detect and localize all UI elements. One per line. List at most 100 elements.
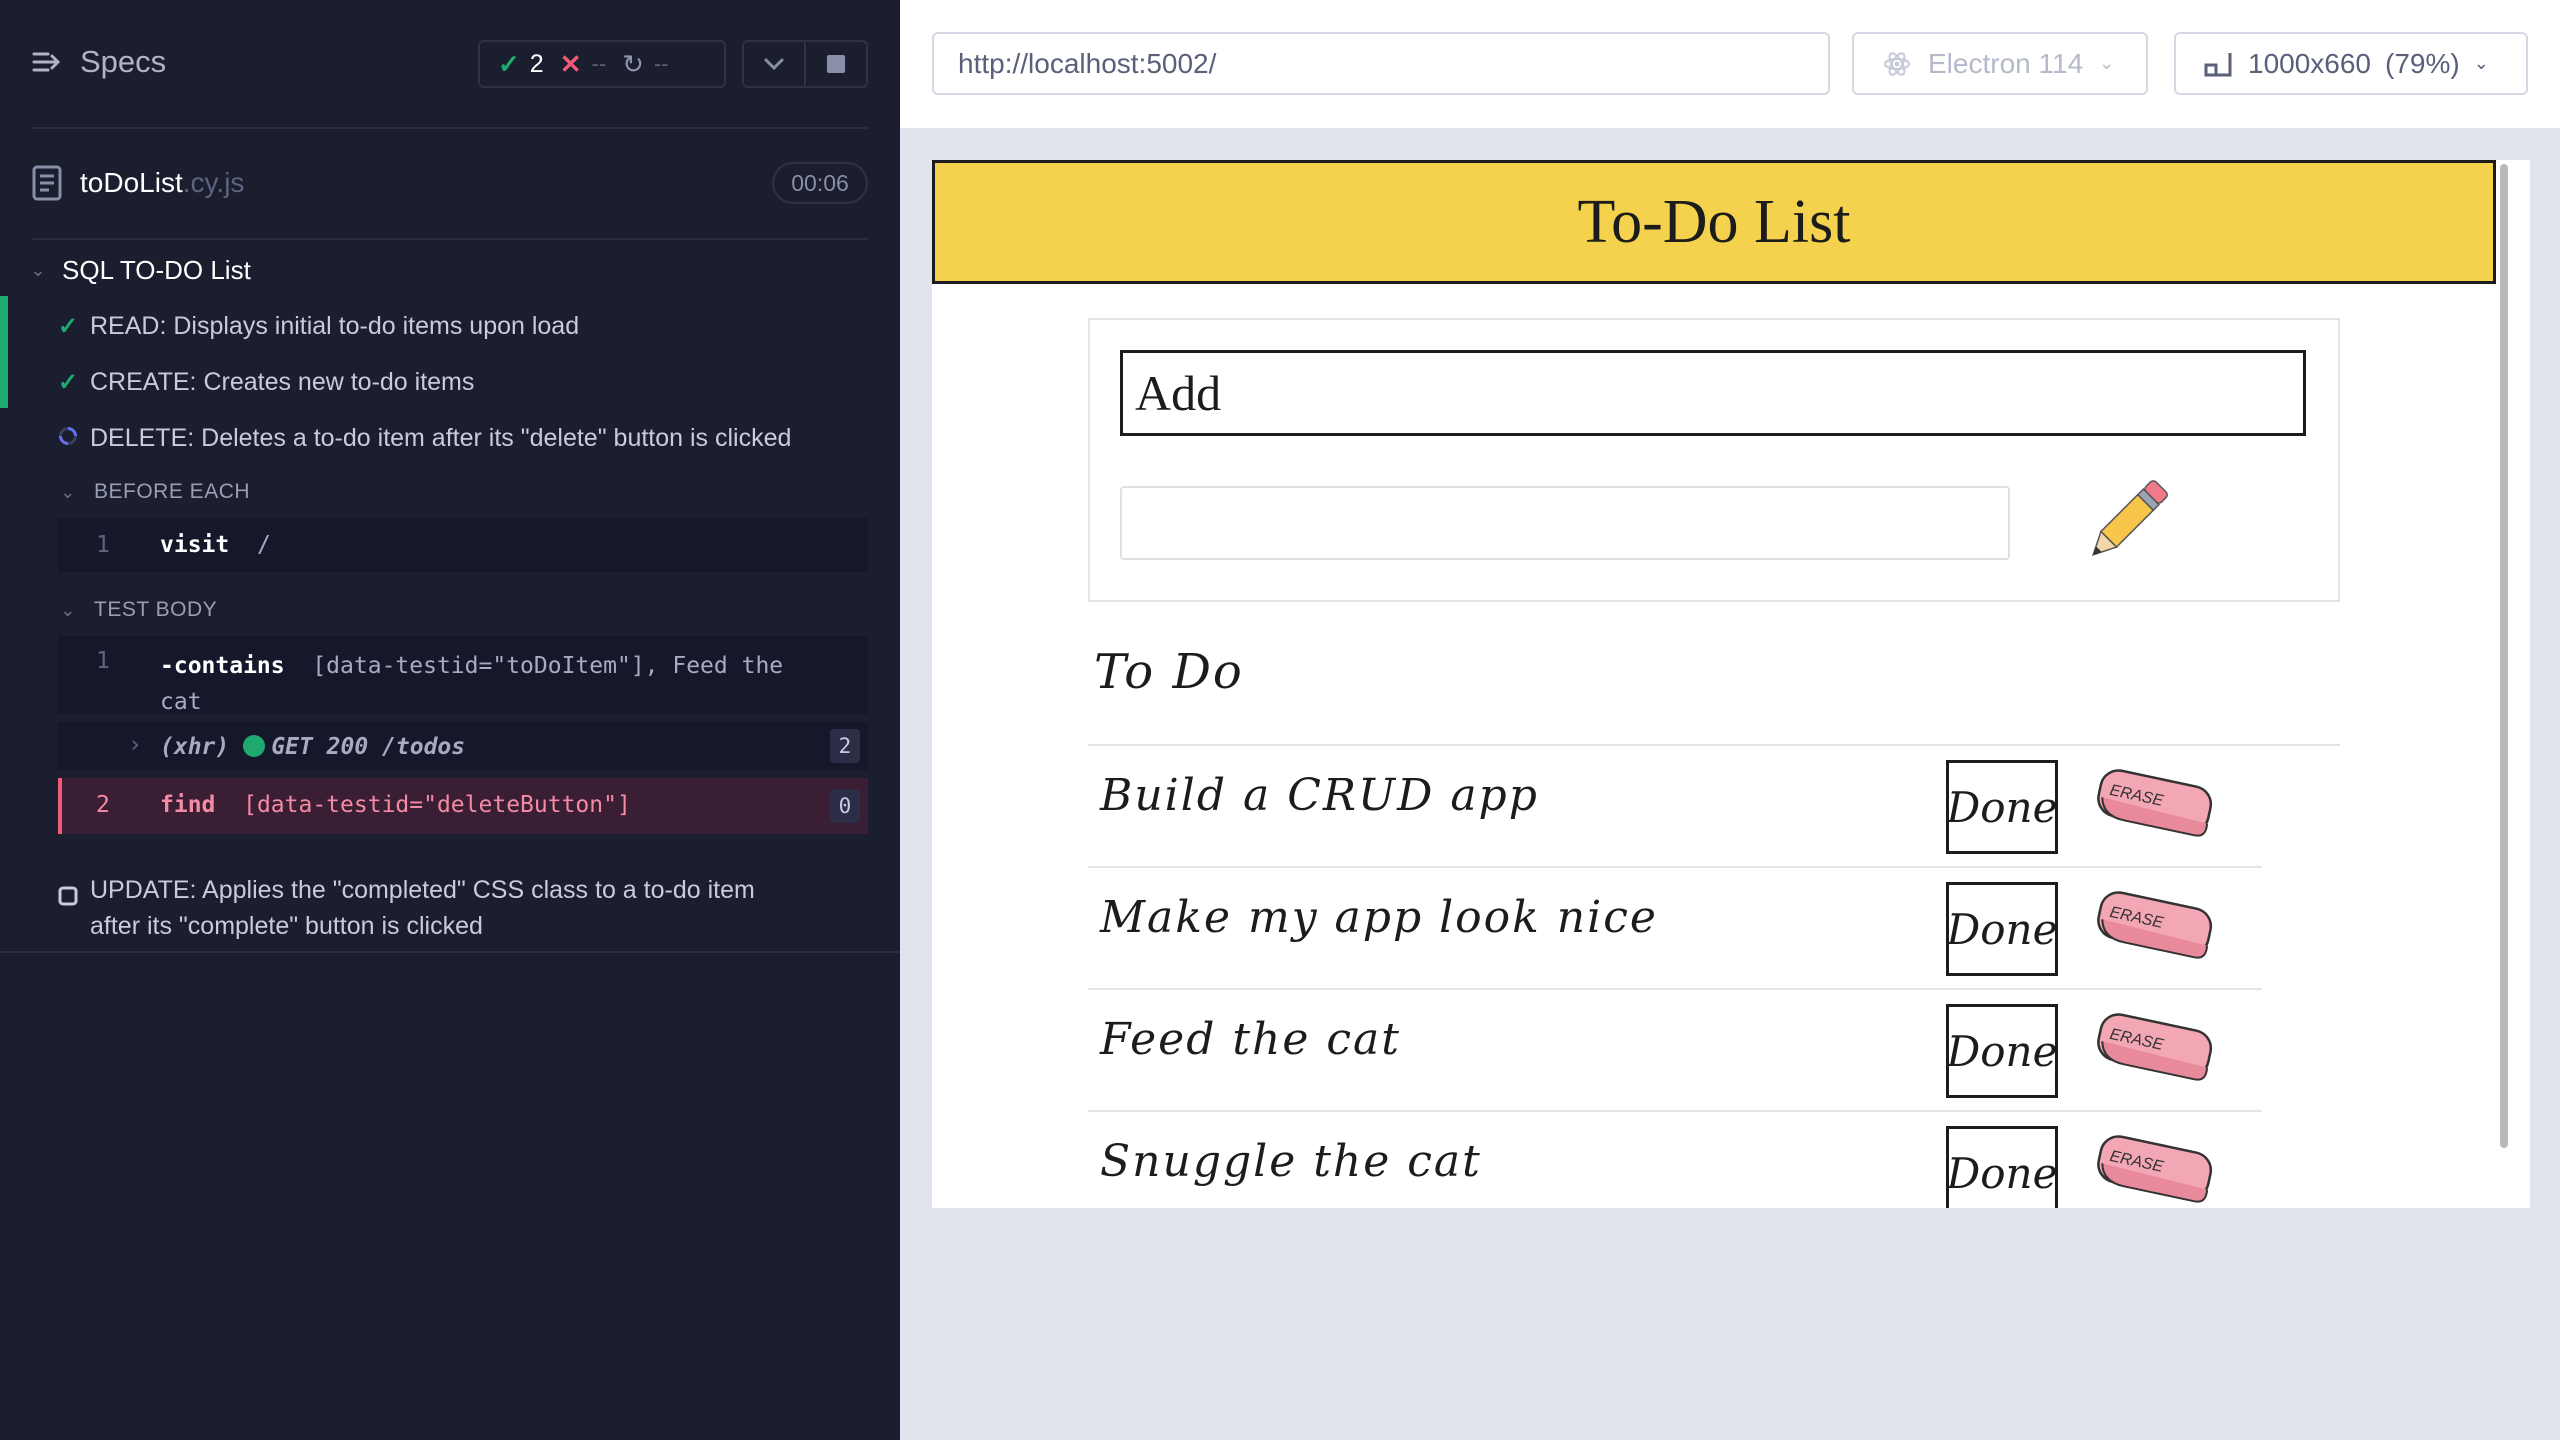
specs-label: Specs [80, 44, 167, 79]
todo-item: Build a CRUD app Done ERASE [1088, 746, 2262, 868]
command-number: 1 [96, 648, 110, 674]
test-label: DELETE: Deletes a to-do item after its "… [90, 423, 792, 452]
done-button[interactable]: Done [1946, 1004, 2058, 1098]
viewport-selector[interactable]: 1000x660 (79%) ⌄ [2174, 32, 2528, 95]
running-spinner-icon [56, 424, 80, 453]
pencil-icon[interactable] [2070, 468, 2180, 578]
electron-icon [1884, 51, 1910, 76]
divider [32, 238, 868, 240]
hook-label: TEST BODY [94, 598, 218, 621]
element-count-badge: 0 [830, 789, 860, 823]
failed-stat: ✕ -- [560, 49, 606, 80]
reporter-header: Specs ✓ 2 ✕ -- ↻ -- [0, 0, 900, 130]
chevron-down-icon: ⌄ [30, 259, 46, 280]
browser-selector[interactable]: Electron 114 ⌄ [1852, 32, 2148, 95]
failed-count: -- [591, 51, 607, 76]
command-find[interactable]: 2 find [data-testid="deleteButton"] 0 [58, 778, 868, 834]
chevron-down-icon: ⌄ [2473, 53, 2489, 73]
todo-text: Feed the cat [1100, 1014, 1401, 1065]
command-number: 2 [96, 792, 110, 818]
test-update[interactable]: UPDATE: Applies the "completed" CSS clas… [0, 866, 900, 946]
viewport-icon [2204, 52, 2232, 76]
chevron-down-icon: ⌄ [60, 481, 76, 502]
hook-label: BEFORE EACH [94, 480, 251, 503]
passed-count: 2 [529, 49, 544, 78]
todo-text: Make my app look nice [1100, 892, 1658, 943]
status-dot-icon [243, 735, 266, 757]
test-label: CREATE: Creates new to-do items [90, 367, 475, 396]
todo-section-heading: To Do [1094, 644, 1244, 700]
xhr-count-badge: 2 [830, 729, 860, 763]
command-text: visit / [160, 532, 271, 558]
browser-name: Electron 114 [1928, 47, 2084, 79]
suite-label: SQL TO-DO List [62, 254, 251, 285]
command-name: -contains [160, 653, 285, 679]
hook-before-each[interactable]: ⌄ BEFORE EACH [58, 474, 250, 510]
reporter-panel: Specs ✓ 2 ✕ -- ↻ -- toDoList .cy.js 00:0… [0, 0, 900, 1440]
spec-file-name: toDoList [80, 167, 183, 198]
add-todo-card: Add [1088, 318, 2340, 602]
specs-list-icon [32, 52, 61, 72]
stop-icon [827, 55, 845, 73]
document-icon [32, 165, 62, 201]
check-icon: ✓ [498, 48, 520, 79]
collapse-all-button[interactable] [744, 42, 806, 86]
hook-test-body[interactable]: ⌄ TEST BODY [58, 592, 217, 628]
stop-button[interactable] [806, 42, 866, 86]
test-label: READ: Displays initial to-do items upon … [90, 311, 580, 340]
eraser-delete-button[interactable]: ERASE [2088, 886, 2218, 966]
command-visit[interactable]: 1 visit / [58, 518, 868, 572]
todo-text: Snuggle the cat [1100, 1136, 1482, 1187]
command-text: find [data-testid="deleteButton"] [160, 792, 631, 818]
test-label-line2: after its "complete" button is clicked [90, 912, 483, 940]
done-button[interactable]: Done [1946, 1126, 2058, 1208]
add-heading: Add [1120, 350, 2306, 436]
test-read[interactable]: ✓ READ: Displays initial to-do items upo… [0, 298, 900, 354]
command-message: [data-testid="toDoItem"], Feed the [312, 653, 784, 679]
spec-duration: 00:06 [772, 162, 868, 204]
done-button[interactable]: Done [1946, 760, 2058, 854]
suite-title[interactable]: ⌄ SQL TO-DO List [28, 250, 251, 290]
aut-toolbar: http://localhost:5002/ Electron 114 ⌄ 10… [900, 0, 2560, 128]
aut-scrollbar-thumb[interactable] [2500, 164, 2508, 1148]
command-number: 1 [96, 532, 110, 558]
url-bar[interactable]: http://localhost:5002/ [932, 32, 1830, 95]
test-delete[interactable]: DELETE: Deletes a to-do item after its "… [0, 410, 900, 466]
passed-stat: ✓ 2 [498, 49, 544, 80]
xhr-request: GET 200 /todos [271, 734, 466, 760]
eraser-delete-button[interactable]: ERASE [2088, 1130, 2218, 1208]
chevron-right-icon: › [128, 732, 142, 758]
todo-text: Build a CRUD app [1100, 770, 1539, 821]
check-icon: ✓ [57, 368, 79, 396]
chevron-down-icon: ⌄ [2099, 53, 2115, 73]
spec-file-ext: .cy.js [182, 167, 245, 198]
divider [32, 127, 868, 129]
command-message-cont: cat [160, 689, 202, 715]
viewport-size: 1000x660 [2248, 47, 2372, 79]
add-todo-input[interactable] [1120, 486, 2010, 560]
command-name: visit [160, 532, 230, 558]
divider [0, 951, 900, 953]
done-button[interactable]: Done [1946, 882, 2058, 976]
command-xhr[interactable]: › (xhr) GET 200 /todos 2 [58, 722, 868, 770]
pending-count: -- [653, 51, 669, 76]
todo-item: Snuggle the cat Done ERASE [1088, 1112, 2262, 1208]
specs-toggle-button[interactable]: Specs [32, 44, 166, 80]
test-label: UPDATE: Applies the "completed" CSS clas… [90, 872, 755, 944]
aut-panel: http://localhost:5002/ Electron 114 ⌄ 10… [900, 0, 2560, 1440]
eraser-delete-button[interactable]: ERASE [2088, 1008, 2218, 1088]
todo-item: Make my app look nice Done ERASE [1088, 868, 2262, 990]
todo-item: Feed the cat Done ERASE [1088, 990, 2262, 1112]
test-stats: ✓ 2 ✕ -- ↻ -- [478, 40, 726, 88]
pending-stat: ↻ -- [622, 49, 668, 80]
test-create[interactable]: ✓ CREATE: Creates new to-do items [0, 354, 900, 410]
chevron-down-icon: ⌄ [60, 599, 76, 620]
chevron-down-icon [764, 58, 784, 71]
viewport-zoom: (79%) [2385, 47, 2460, 79]
eraser-delete-button[interactable]: ERASE [2088, 764, 2218, 844]
command-message: [data-testid="deleteButton"] [243, 792, 631, 818]
command-message: / [256, 532, 271, 558]
command-contains[interactable]: 1 -contains [data-testid="toDoItem"], Fe… [58, 636, 868, 715]
run-controls [742, 40, 868, 88]
pending-square-icon [56, 884, 80, 913]
